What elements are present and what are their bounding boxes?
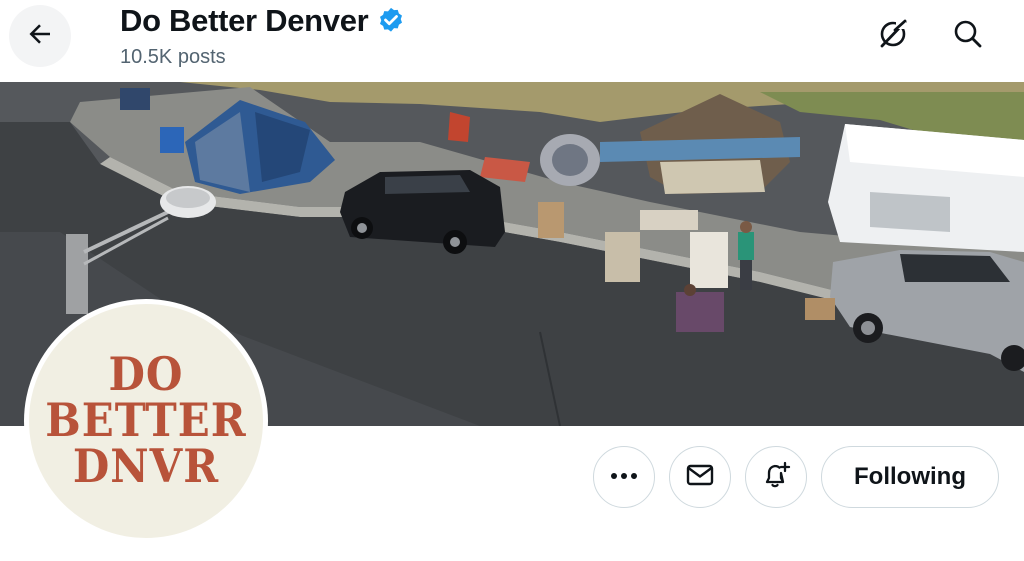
profile-header: Do Better Denver 10.5K posts (0, 0, 1024, 82)
search-icon (952, 18, 984, 55)
back-button[interactable] (9, 5, 71, 67)
post-count: 10.5K posts (120, 46, 226, 68)
message-button[interactable] (669, 446, 731, 508)
notification-subscribe-button[interactable] (745, 446, 807, 508)
profile-avatar[interactable]: DO BETTER DNVR (24, 299, 268, 543)
logo-line-3: DNVR (72, 440, 220, 493)
grok-icon (876, 17, 910, 56)
mail-icon (685, 460, 715, 495)
more-icon (609, 468, 639, 486)
more-button[interactable] (593, 446, 655, 508)
avatar-logo: DO BETTER DNVR (29, 304, 263, 538)
bell-plus-icon (760, 459, 792, 496)
logo-line-1: DO (108, 348, 184, 401)
profile-title-block: Do Better Denver 10.5K posts (120, 2, 406, 69)
profile-name: Do Better Denver (120, 3, 369, 38)
following-button[interactable]: Following (821, 446, 999, 508)
logo-line-2: BETTER (45, 394, 247, 447)
grok-button[interactable] (871, 14, 915, 58)
verified-badge-icon[interactable] (376, 6, 406, 36)
search-button[interactable] (946, 14, 990, 58)
back-arrow-icon (25, 19, 55, 54)
